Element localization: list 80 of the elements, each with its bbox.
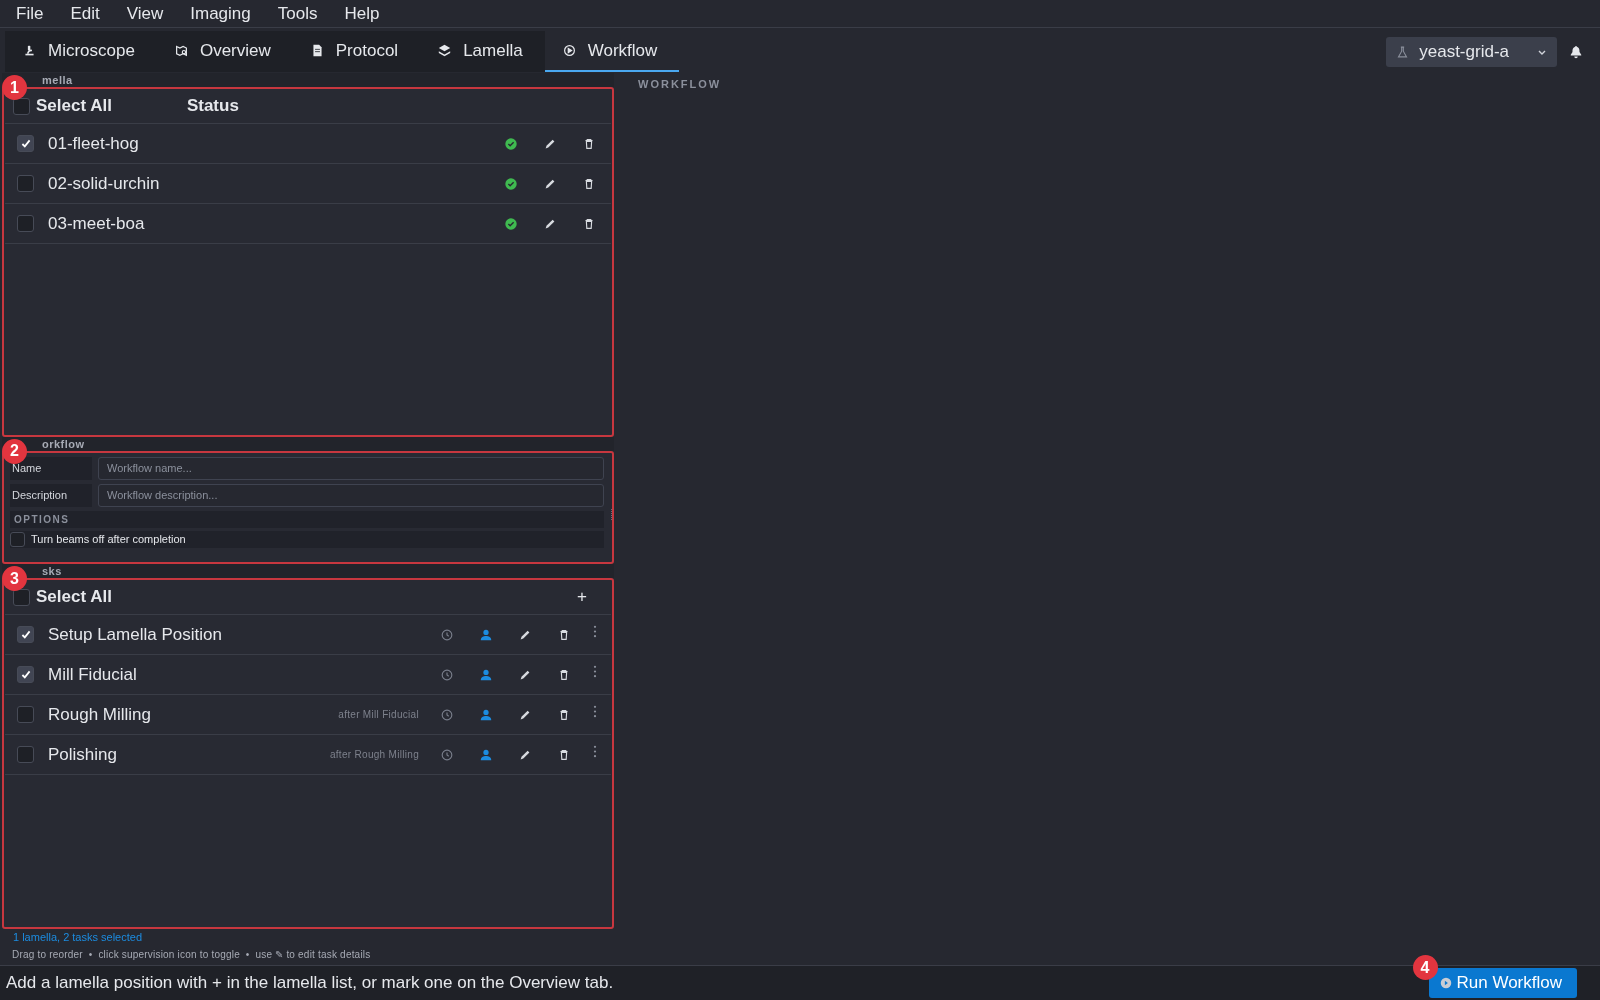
field-label: Name xyxy=(10,456,92,480)
resize-handle-icon[interactable] xyxy=(610,508,613,521)
menu-item[interactable]: File xyxy=(6,3,55,24)
checkbox[interactable] xyxy=(17,175,34,192)
tab[interactable]: Protocol xyxy=(292,31,421,72)
checkbox[interactable] xyxy=(17,135,34,152)
play-circle-icon xyxy=(562,44,576,57)
status-message: Add a lamella position with + in the lamella list, or mark one on the Overview tab. xyxy=(5,973,614,993)
checkmark-icon xyxy=(19,137,32,150)
more-icon[interactable] xyxy=(593,705,597,719)
layers-icon xyxy=(438,44,452,57)
menu-item[interactable]: Help xyxy=(334,3,391,24)
checkbox[interactable] xyxy=(13,588,30,606)
document-icon xyxy=(310,44,324,57)
column-header: Status xyxy=(186,96,239,116)
checkbox[interactable] xyxy=(17,746,34,764)
clock-icon[interactable] xyxy=(440,747,454,762)
menu-item[interactable]: Imaging xyxy=(180,3,262,24)
menu-item[interactable]: Tools xyxy=(267,3,329,24)
task-row[interactable]: Setup Lamella Position xyxy=(5,615,611,656)
task-name: Polishing xyxy=(48,744,117,765)
checkmark-icon xyxy=(19,628,32,641)
check-circle-icon xyxy=(504,136,518,151)
menu-item[interactable]: View xyxy=(116,3,175,24)
lamella-row[interactable]: 01-fleet-hog xyxy=(5,124,611,164)
selection-summary: 1 lamella, 2 tasks selected xyxy=(12,930,143,945)
check-circle-icon xyxy=(504,216,518,231)
person-icon[interactable] xyxy=(479,627,493,642)
checkbox[interactable] xyxy=(17,215,34,232)
option-label[interactable]: Turn beams off after completion xyxy=(31,533,186,546)
options-header: OPTIONS xyxy=(10,510,604,528)
hint-text: Drag to reorder • click supervision icon to toggle • use ✎ to edit task details xyxy=(11,948,372,962)
bell-icon[interactable] xyxy=(1569,44,1583,59)
lamella-row[interactable]: 03-meet-boa xyxy=(5,204,611,244)
more-icon[interactable] xyxy=(593,665,597,679)
lamella-name: 01-fleet-hog xyxy=(48,133,139,154)
lamella-name: 03-meet-boa xyxy=(48,213,145,234)
select-all-label[interactable]: Select All xyxy=(36,587,112,608)
task-name: Setup Lamella Position xyxy=(48,624,222,645)
annotation-badge: 4 xyxy=(1412,955,1438,980)
clock-icon[interactable] xyxy=(440,667,454,682)
checkbox[interactable] xyxy=(10,531,25,547)
tab[interactable]: Overview xyxy=(156,31,293,72)
input-field[interactable]: Workflow description... xyxy=(98,483,604,507)
checkbox[interactable] xyxy=(13,97,30,115)
dependency-label: after Mill Fiducial xyxy=(338,709,419,721)
clock-icon[interactable] xyxy=(440,707,454,722)
task-row[interactable]: Rough Milling after Mill Fiducial xyxy=(5,695,611,736)
play-icon xyxy=(1439,977,1452,989)
panel-label: WORKFLOW xyxy=(638,78,723,90)
task-row[interactable]: Polishing after Rough Milling xyxy=(5,735,611,776)
task-name: Mill Fiducial xyxy=(48,664,137,685)
check-circle-icon xyxy=(504,176,518,191)
task-row[interactable]: Mill Fiducial xyxy=(5,655,611,696)
person-icon[interactable] xyxy=(479,667,493,682)
tab[interactable]: Lamella xyxy=(420,31,545,72)
lamella-row[interactable]: 02-solid-urchin xyxy=(5,164,611,204)
add-button[interactable]: + xyxy=(571,587,593,608)
clock-icon[interactable] xyxy=(440,627,454,642)
microscope-icon xyxy=(23,44,36,57)
person-icon[interactable] xyxy=(479,707,493,722)
field-label: Description xyxy=(10,483,92,507)
select-all-label[interactable]: Select All xyxy=(36,96,112,116)
tab[interactable]: Workflow xyxy=(544,31,680,72)
input-field[interactable]: Workflow name... xyxy=(98,456,604,480)
tab[interactable]: Microscope xyxy=(5,31,157,72)
menu-item[interactable]: Edit xyxy=(60,3,111,24)
more-icon[interactable] xyxy=(593,625,597,639)
checkbox[interactable] xyxy=(17,706,34,724)
project-dropdown[interactable]: yeast-grid-a xyxy=(1386,36,1557,67)
checkbox[interactable] xyxy=(17,626,34,644)
person-icon[interactable] xyxy=(479,747,493,762)
checkbox[interactable] xyxy=(17,666,34,684)
dependency-label: after Rough Milling xyxy=(329,749,419,761)
task-name: Rough Milling xyxy=(48,704,151,725)
map-icon xyxy=(174,44,188,57)
flask-icon xyxy=(1396,44,1410,59)
lamella-name: 02-solid-urchin xyxy=(48,173,160,194)
more-icon[interactable] xyxy=(593,745,597,759)
checkmark-icon xyxy=(19,668,32,681)
